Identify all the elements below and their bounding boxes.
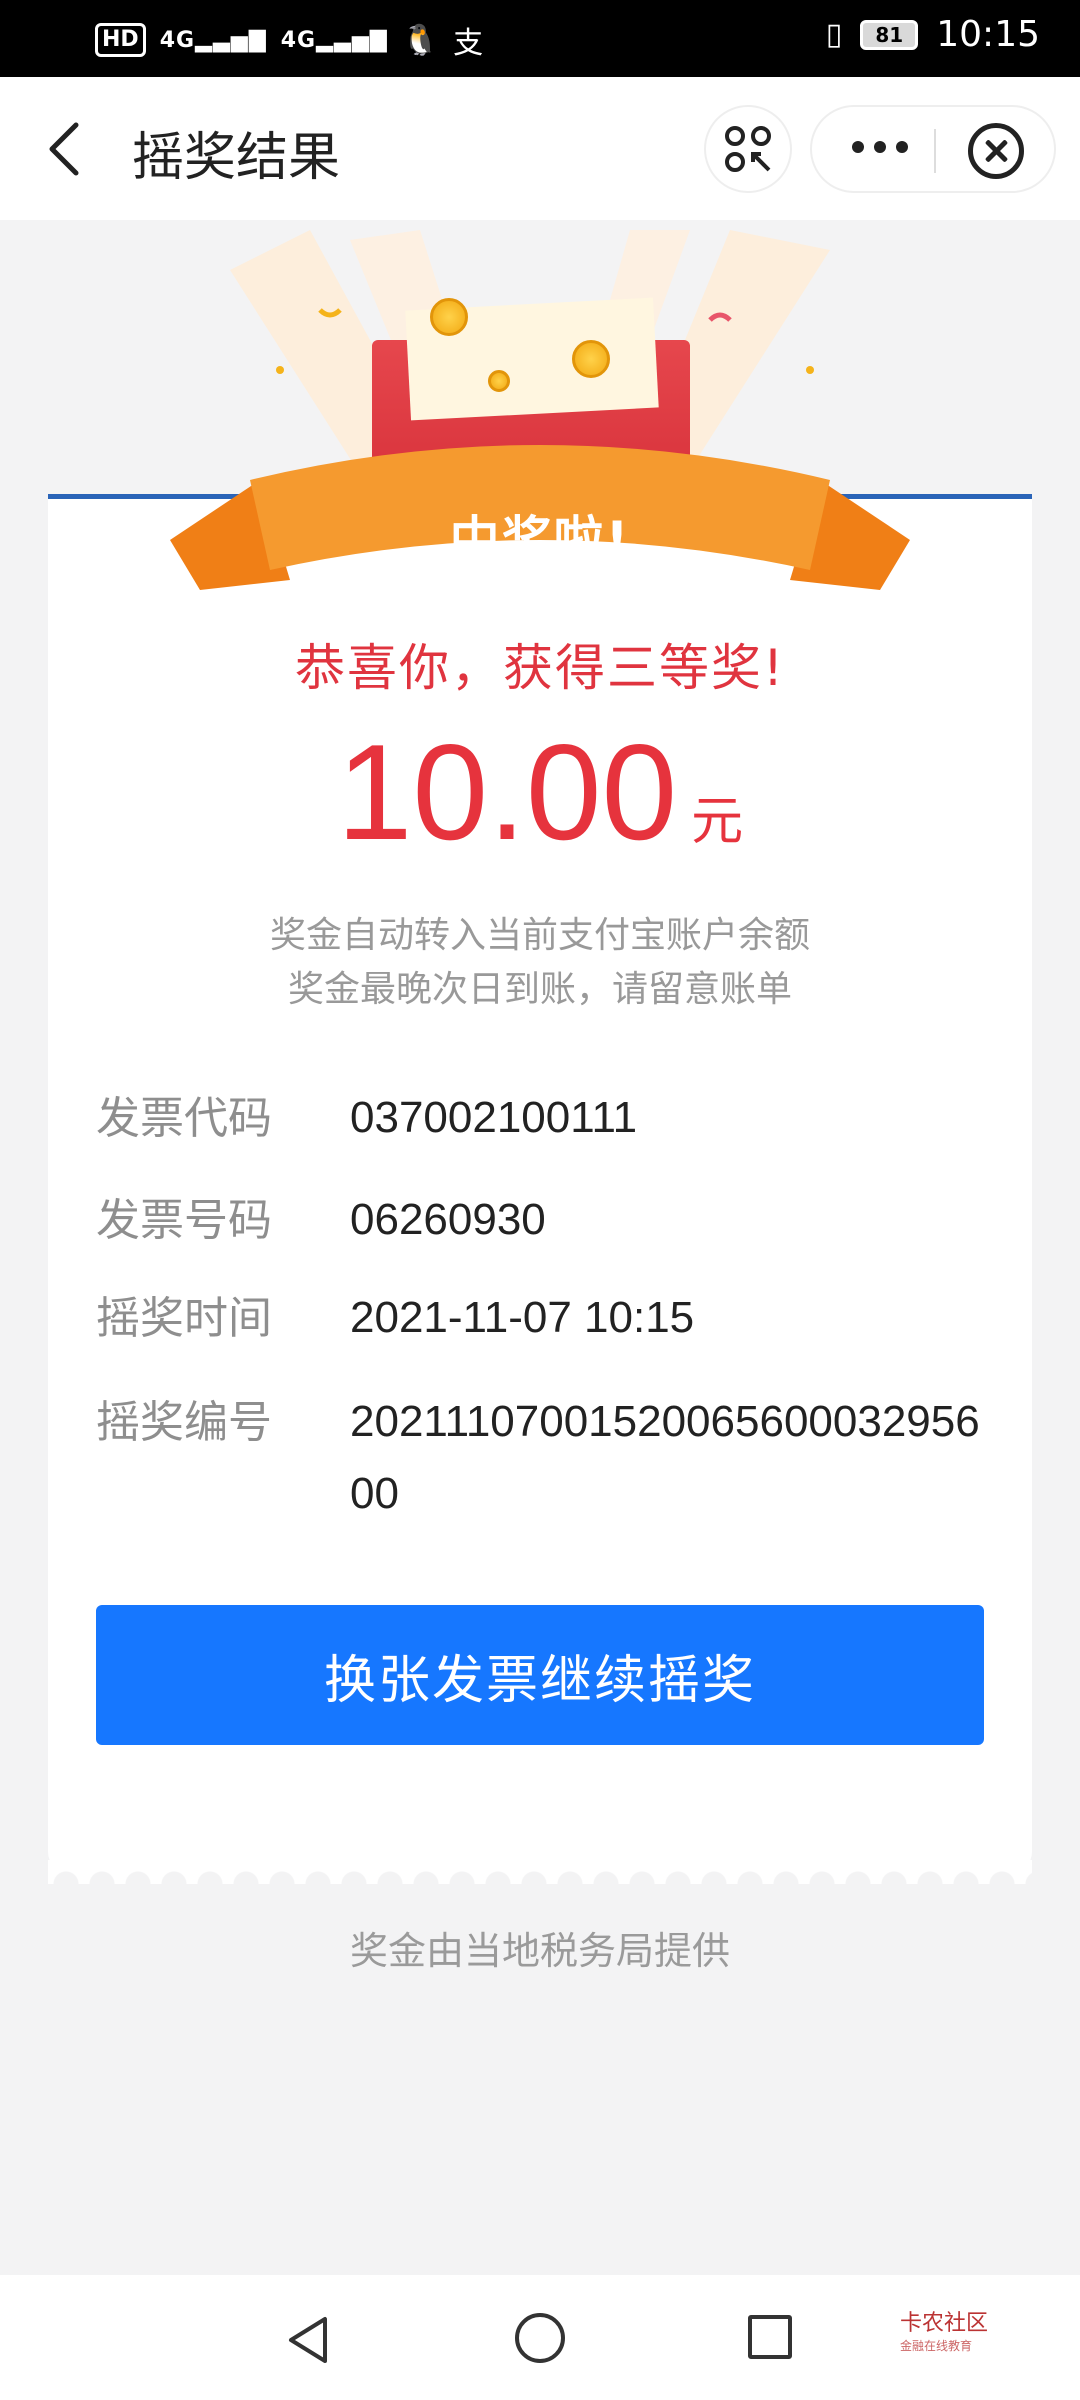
sim1-signal: 4G▂▃▅▇	[159, 27, 267, 53]
prize-note-1: 奖金自动转入当前支付宝账户余额	[269, 915, 810, 956]
winner-banner-text: 中奖啦!	[449, 511, 631, 569]
vibrate-icon: ▯	[825, 17, 843, 52]
clock: 10:15	[936, 14, 1040, 55]
nav-recents-icon[interactable]	[748, 2315, 792, 2359]
detail-row-invoice-number: 发票号码 06260930	[96, 1184, 990, 1256]
close-icon[interactable]	[968, 123, 1024, 179]
detail-row-invoice-code: 发票代码 037002100111	[96, 1082, 990, 1154]
detail-label: 发票号码	[96, 1195, 272, 1246]
footer-note: 奖金由当地税务局提供	[349, 1929, 730, 1973]
coin-icon	[488, 370, 510, 392]
detail-value: 2021-11-07 10:15	[350, 1293, 695, 1342]
detail-value: 037002100111	[350, 1093, 638, 1142]
detail-label: 摇奖编号	[96, 1397, 272, 1448]
coin-icon	[430, 298, 468, 336]
app-header: 摇奖结果	[0, 77, 1080, 220]
detail-label: 发票代码	[96, 1093, 272, 1144]
detail-value: 2021110700152006560003295600	[350, 1397, 980, 1518]
mini-app-capsule	[810, 105, 1056, 193]
alipay-icon: 支	[453, 26, 484, 61]
prize-amount: 10.00 元	[0, 714, 1080, 870]
scan-icon	[725, 126, 771, 172]
congrats-text: 恭喜你，获得三等奖!	[294, 639, 786, 697]
prize-note-2: 奖金最晚次日到账，请留意账单	[287, 969, 792, 1010]
card-scallop-edge	[48, 1860, 1032, 1884]
more-icon[interactable]	[852, 141, 908, 153]
sim2-signal: 4G▂▃▅▇	[280, 27, 388, 53]
detail-label: 摇奖时间	[96, 1293, 272, 1344]
prize-amount-unit: 元	[691, 792, 744, 852]
detail-row-draw-number: 摇奖编号 2021110700152006560003295600	[96, 1386, 990, 1530]
scan-button[interactable]	[704, 105, 792, 193]
watermark-logo: 卡农社区 金融在线教育	[900, 2311, 989, 2353]
detail-row-draw-time: 摇奖时间 2021-11-07 10:15	[96, 1282, 990, 1354]
coin-icon	[572, 340, 610, 378]
hd-badge: HD	[95, 23, 146, 57]
detail-value: 06260930	[350, 1195, 546, 1244]
nav-home-icon[interactable]	[515, 2313, 565, 2363]
battery-indicator: 81	[860, 19, 919, 50]
back-icon[interactable]	[44, 119, 84, 179]
redraw-button[interactable]: 换张发票继续摇奖	[96, 1605, 984, 1745]
capsule-divider	[934, 129, 936, 173]
prize-amount-value: 10.00	[336, 716, 678, 868]
system-nav-bar: 卡农社区 金融在线教育	[0, 2275, 1080, 2400]
qq-icon: 🐧	[401, 22, 440, 58]
page-title: 摇奖结果	[132, 128, 341, 188]
status-bar: HD 4G▂▃▅▇ 4G▂▃▅▇ 🐧 支 ▯ 81 10:15	[0, 0, 1080, 77]
nav-back-icon[interactable]	[285, 2315, 335, 2365]
